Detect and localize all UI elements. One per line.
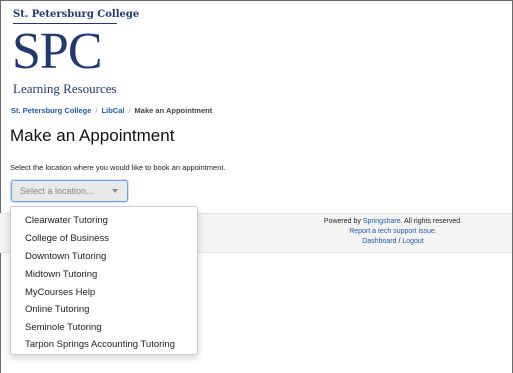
breadcrumb-libcal-link[interactable]: LibCal [102, 106, 125, 115]
footer: Powered by Springshare. All rights reser… [293, 217, 493, 247]
footer-powered-line: Powered by Springshare. All rights reser… [293, 217, 493, 227]
logo-org-name: St. Petersburg College [13, 9, 140, 20]
location-option[interactable]: College of Business [25, 233, 109, 244]
footer-links-line: Dashboard / Logout [293, 237, 493, 247]
location-option[interactable]: Online Tutoring [25, 304, 89, 315]
location-option[interactable]: Midtown Tutoring [25, 269, 97, 280]
dashboard-link[interactable]: Dashboard [362, 238, 396, 245]
breadcrumb-separator: / [95, 106, 98, 115]
logo-abbrev: SPC [12, 23, 103, 80]
location-option[interactable]: MyCourses Help [25, 287, 95, 298]
location-option[interactable]: Seminole Tutoring [25, 322, 102, 333]
location-select-placeholder: Select a location... [20, 186, 94, 196]
report-issue-link[interactable]: Report a tech support issue. [349, 228, 437, 235]
page-description: Select the location where you would like… [10, 163, 226, 172]
logo-subtitle: Learning Resources [13, 81, 117, 96]
breadcrumb-spc-link[interactable]: St. Petersburg College [11, 106, 91, 115]
location-select[interactable]: Select a location... [11, 180, 128, 202]
logout-link[interactable]: Logout [402, 238, 423, 245]
location-option[interactable]: Clearwater Tutoring [25, 215, 108, 226]
location-option[interactable]: Downtown Tutoring [25, 251, 106, 262]
location-dropdown-menu: Clearwater Tutoring College of Business … [10, 206, 198, 355]
springshare-link[interactable]: Springshare [363, 218, 401, 225]
chevron-down-icon [112, 189, 118, 193]
footer-divider: / [398, 238, 401, 245]
footer-powered-by: Powered by [323, 218, 361, 225]
breadcrumb: St. Petersburg College / LibCal / Make an Ap… [11, 106, 212, 115]
breadcrumb-current: Make an Appointment [134, 106, 213, 115]
page-title: Make an Appointment [10, 126, 175, 145]
footer-report-line: Report a tech support issue. [293, 227, 493, 237]
footer-rights: . All rights reserved. [400, 218, 463, 225]
spc-logo[interactable]: St. Petersburg College SPC Learning Reso… [11, 8, 139, 96]
location-option[interactable]: Tarpon Springs Accounting Tutoring [25, 339, 175, 350]
breadcrumb-separator: / [128, 106, 131, 115]
